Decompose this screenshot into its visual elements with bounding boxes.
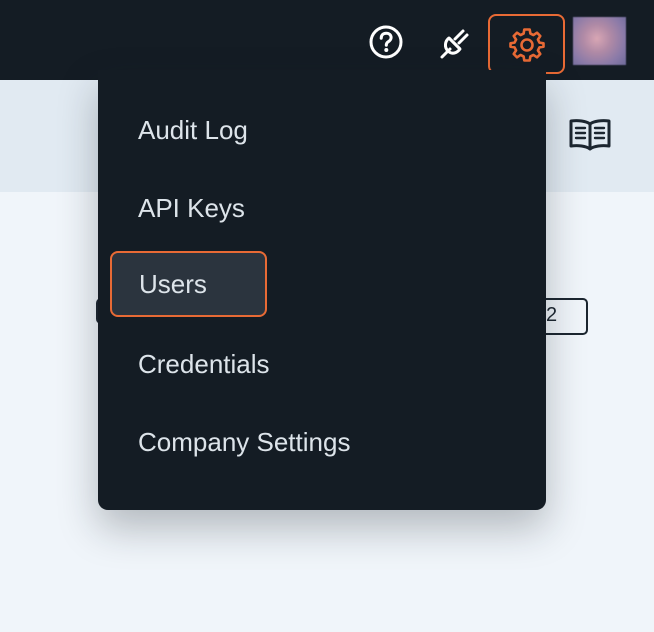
menu-item-audit-log[interactable]: Audit Log	[98, 110, 248, 150]
book-icon[interactable]	[568, 116, 612, 152]
gear-icon	[508, 28, 545, 62]
settings-button[interactable]	[488, 14, 565, 74]
top-bar	[0, 0, 654, 80]
menu-item-company-settings[interactable]: Company Settings	[98, 422, 350, 462]
help-icon	[369, 25, 403, 59]
menu-item-users[interactable]: Users	[110, 251, 267, 317]
avatar[interactable]	[573, 17, 626, 65]
settings-dropdown-menu: Audit Log API Keys Users Credentials Com…	[98, 70, 546, 510]
help-button[interactable]	[364, 20, 408, 64]
menu-item-credentials[interactable]: Credentials	[98, 344, 270, 384]
menu-item-api-keys[interactable]: API Keys	[98, 188, 245, 228]
pager-value: 2	[546, 304, 558, 326]
plug-icon	[440, 29, 469, 59]
integrations-button[interactable]	[434, 20, 478, 64]
